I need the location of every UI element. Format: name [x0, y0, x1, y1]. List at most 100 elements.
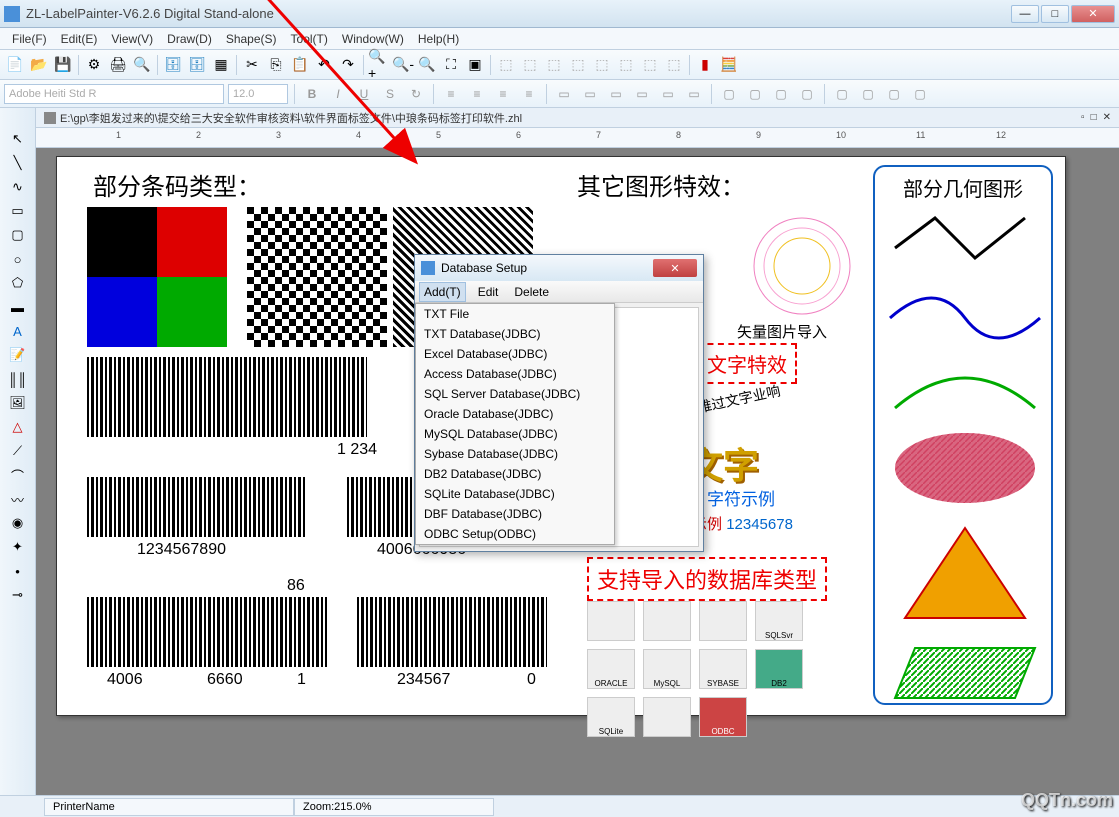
undo-icon[interactable]: ↶: [313, 54, 335, 76]
actual-size-icon[interactable]: ▣: [464, 54, 486, 76]
valign-1-icon[interactable]: ▭: [553, 83, 575, 105]
shape-tool-icon[interactable]: △: [7, 416, 29, 438]
polygon-tool-icon[interactable]: ⬠: [7, 272, 29, 294]
menu-window[interactable]: Window(W): [336, 30, 410, 48]
dialog-titlebar[interactable]: Database Setup ✕: [415, 255, 703, 281]
preview-icon[interactable]: 🔍: [131, 54, 153, 76]
order-3-icon[interactable]: ▢: [770, 83, 792, 105]
dd-txt-file[interactable]: TXT File: [416, 304, 614, 324]
paste-icon[interactable]: 📋: [289, 54, 311, 76]
font-name-combo[interactable]: [4, 84, 224, 104]
image-tool-icon[interactable]: 🖼: [7, 392, 29, 414]
rect-tool-icon[interactable]: ▭: [7, 200, 29, 222]
dd-sqlite-jdbc[interactable]: SQLite Database(JDBC): [416, 484, 614, 504]
dd-dbf-jdbc[interactable]: DBF Database(JDBC): [416, 504, 614, 524]
dd-mysql-jdbc[interactable]: MySQL Database(JDBC): [416, 424, 614, 444]
settings-icon[interactable]: ⚙: [83, 54, 105, 76]
align-icon-6[interactable]: ⬚: [615, 54, 637, 76]
align-justify-icon[interactable]: ≡: [518, 83, 540, 105]
dd-oracle-jdbc[interactable]: Oracle Database(JDBC): [416, 404, 614, 424]
valign-2-icon[interactable]: ▭: [579, 83, 601, 105]
dialog-close-button[interactable]: ✕: [653, 259, 697, 277]
valign-5-icon[interactable]: ▭: [657, 83, 679, 105]
menu-view[interactable]: View(V): [105, 30, 159, 48]
valign-3-icon[interactable]: ▭: [605, 83, 627, 105]
new-icon[interactable]: 📄: [4, 54, 26, 76]
dd-excel-jdbc[interactable]: Excel Database(JDBC): [416, 344, 614, 364]
order-2-icon[interactable]: ▢: [744, 83, 766, 105]
maximize-button[interactable]: □: [1041, 5, 1069, 23]
strike-icon[interactable]: S: [379, 83, 401, 105]
star-tool-icon[interactable]: ✦: [7, 536, 29, 558]
redo-icon[interactable]: ↷: [337, 54, 359, 76]
group-2-icon[interactable]: ▢: [857, 83, 879, 105]
copy-icon[interactable]: ⎘: [265, 54, 287, 76]
group-1-icon[interactable]: ▢: [831, 83, 853, 105]
rotate-icon[interactable]: ↻: [405, 83, 427, 105]
dialog-menu-add[interactable]: Add(T): [419, 282, 466, 302]
spiral-tool-icon[interactable]: ◉: [7, 512, 29, 534]
menu-tool[interactable]: Tool(T): [285, 30, 334, 48]
font-size-combo[interactable]: [228, 84, 288, 104]
align-right-icon[interactable]: ≡: [492, 83, 514, 105]
tab-close-icon[interactable]: ✕: [1103, 112, 1111, 123]
database-icon[interactable]: 🗄: [162, 54, 184, 76]
menu-shape[interactable]: Shape(S): [220, 30, 283, 48]
group-4-icon[interactable]: ▢: [909, 83, 931, 105]
order-1-icon[interactable]: ▢: [718, 83, 740, 105]
barcode-tool-icon[interactable]: ║║: [7, 368, 29, 390]
line-tool-icon[interactable]: ╲: [7, 152, 29, 174]
pointer-tool-icon[interactable]: ↖: [7, 128, 29, 150]
menu-draw[interactable]: Draw(D): [161, 30, 218, 48]
grid-icon[interactable]: ▦: [210, 54, 232, 76]
align-icon-8[interactable]: ⬚: [663, 54, 685, 76]
align-icon-2[interactable]: ⬚: [519, 54, 541, 76]
menu-file[interactable]: File(F): [6, 30, 53, 48]
zoom-in-icon[interactable]: 🔍+: [368, 54, 390, 76]
calc-icon[interactable]: 🧮: [718, 54, 740, 76]
connector-tool-icon[interactable]: ⊸: [7, 584, 29, 606]
print-icon[interactable]: 🖨: [107, 54, 129, 76]
dialog-menu-edit[interactable]: Edit: [474, 283, 503, 301]
dd-db2-jdbc[interactable]: DB2 Database(JDBC): [416, 464, 614, 484]
valign-6-icon[interactable]: ▭: [683, 83, 705, 105]
curve-tool-icon[interactable]: ⟋: [7, 440, 29, 462]
group-3-icon[interactable]: ▢: [883, 83, 905, 105]
dd-access-jdbc[interactable]: Access Database(JDBC): [416, 364, 614, 384]
bold-icon[interactable]: B: [301, 83, 323, 105]
dialog-menu-delete[interactable]: Delete: [510, 283, 553, 301]
align-icon-1[interactable]: ⬚: [495, 54, 517, 76]
minimize-button[interactable]: —: [1011, 5, 1039, 23]
valign-4-icon[interactable]: ▭: [631, 83, 653, 105]
dd-txt-jdbc[interactable]: TXT Database(JDBC): [416, 324, 614, 344]
bezier-tool-icon[interactable]: ∿: [7, 176, 29, 198]
dd-odbc[interactable]: ODBC Setup(ODBC): [416, 524, 614, 544]
zoom-out-icon[interactable]: 🔍-: [392, 54, 414, 76]
arc-tool-icon[interactable]: ⌒: [7, 464, 29, 486]
tab-min-icon[interactable]: ▫: [1081, 112, 1085, 123]
roundrect-tool-icon[interactable]: ▢: [7, 224, 29, 246]
align-icon-5[interactable]: ⬚: [591, 54, 613, 76]
order-4-icon[interactable]: ▢: [796, 83, 818, 105]
underline-icon[interactable]: U: [353, 83, 375, 105]
ellipse-tool-icon[interactable]: ○: [7, 248, 29, 270]
align-center-icon[interactable]: ≡: [466, 83, 488, 105]
save-icon[interactable]: 💾: [52, 54, 74, 76]
open-icon[interactable]: 📂: [28, 54, 50, 76]
pdf-icon[interactable]: ▮: [694, 54, 716, 76]
fill-tool-icon[interactable]: ▬: [7, 296, 29, 318]
close-button[interactable]: ✕: [1071, 5, 1115, 23]
rich-text-tool-icon[interactable]: 📝: [7, 344, 29, 366]
dot-tool-icon[interactable]: •: [7, 560, 29, 582]
tab-max-icon[interactable]: □: [1091, 112, 1097, 123]
zoom-fit-icon[interactable]: 🔍: [416, 54, 438, 76]
database-refresh-icon[interactable]: 🗄: [186, 54, 208, 76]
align-icon-3[interactable]: ⬚: [543, 54, 565, 76]
wave-tool-icon[interactable]: 〰: [7, 488, 29, 510]
align-icon-4[interactable]: ⬚: [567, 54, 589, 76]
dd-sqlserver-jdbc[interactable]: SQL Server Database(JDBC): [416, 384, 614, 404]
document-tab[interactable]: E:\gp\李姐发过来的\提交给三大安全软件审核资料\软件界面标签文件\中琅条码…: [36, 108, 1119, 128]
menu-help[interactable]: Help(H): [412, 30, 465, 48]
italic-icon[interactable]: I: [327, 83, 349, 105]
dd-sybase-jdbc[interactable]: Sybase Database(JDBC): [416, 444, 614, 464]
